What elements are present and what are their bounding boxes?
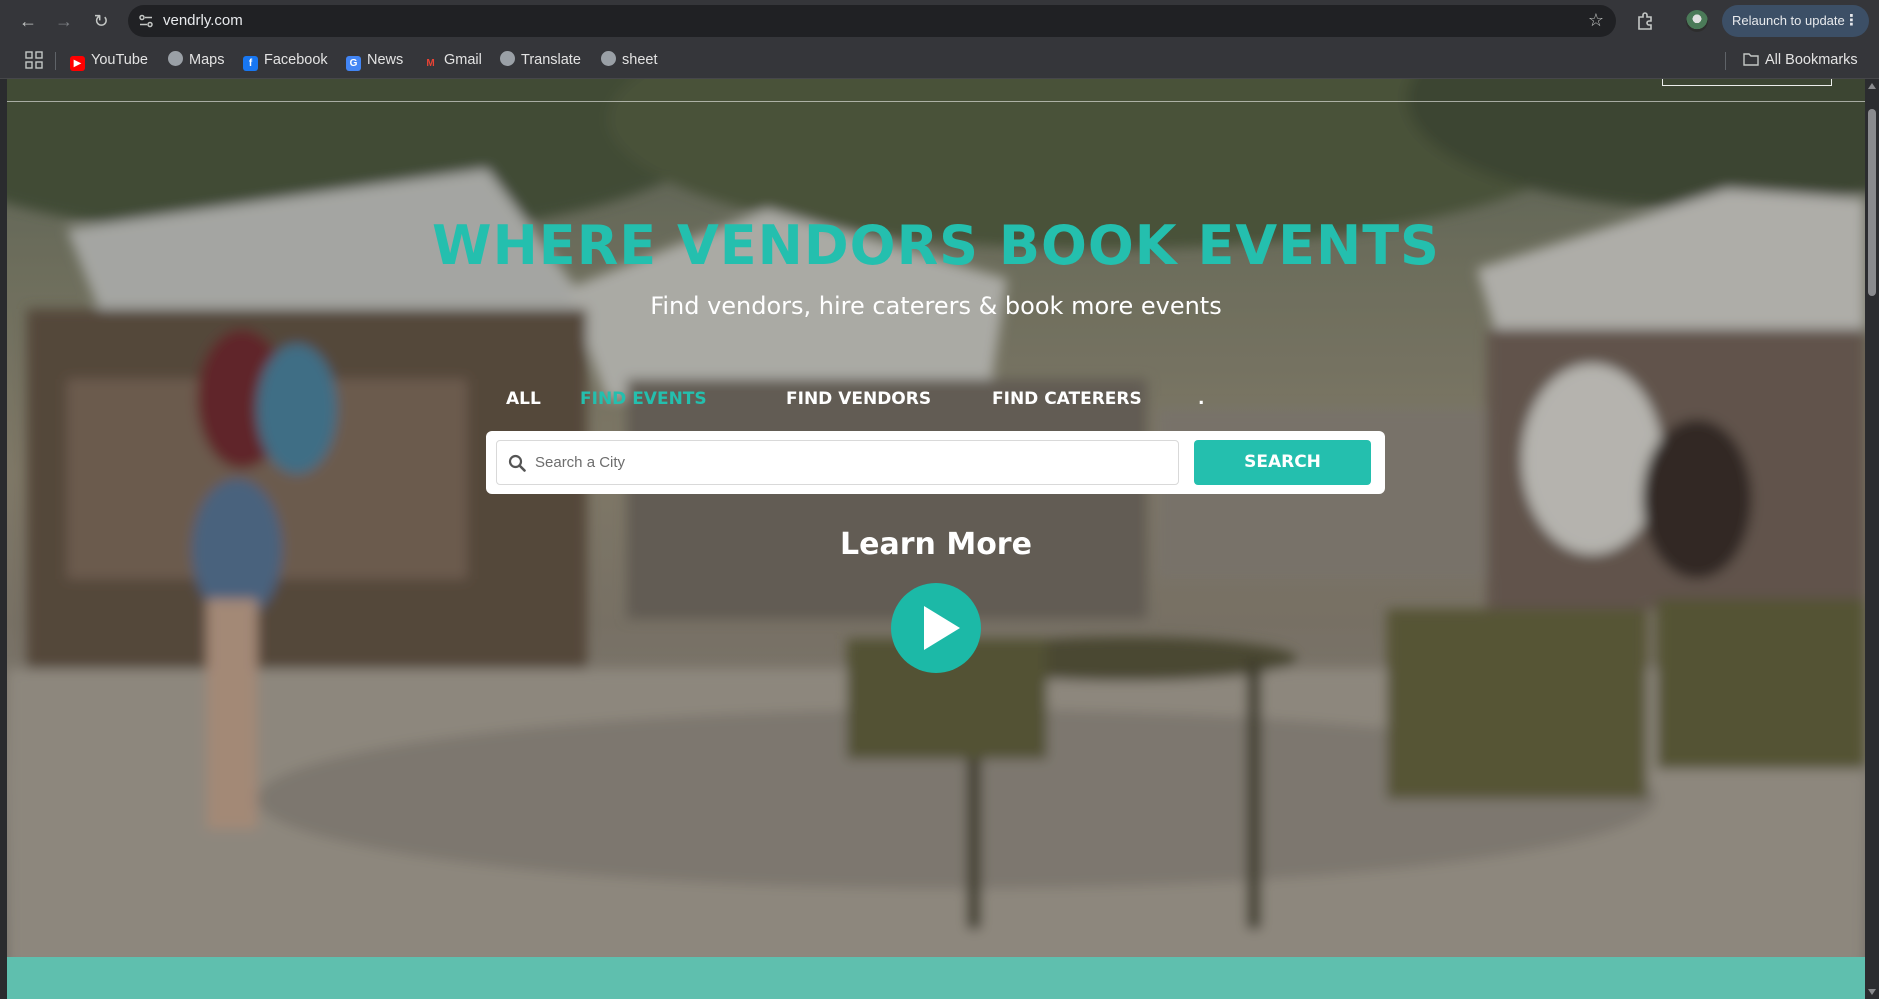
learn-more-heading[interactable]: Learn More	[7, 527, 1865, 562]
facebook-icon: f	[243, 56, 258, 71]
bookmark-label: News	[367, 52, 404, 68]
profile-avatar[interactable]	[1686, 10, 1708, 32]
bookmark-sheet[interactable]: sheet	[601, 49, 657, 71]
bookmark-youtube[interactable]: ▶ YouTube	[70, 49, 148, 71]
site-settings-icon[interactable]	[138, 13, 154, 29]
forward-icon[interactable]: →	[52, 9, 76, 33]
bookmarks-bar: ▶ YouTube Maps f Facebook G News M Gmail Tra…	[0, 42, 1879, 79]
search-icon	[508, 454, 526, 472]
city-search-field[interactable]	[496, 440, 1179, 485]
reload-icon[interactable]: ↻	[89, 9, 113, 33]
tab-find-events[interactable]: FIND EVENTS	[580, 389, 707, 409]
news-icon: G	[346, 56, 361, 71]
page-viewport: WHERE VENDORS BOOK EVENTS Find vendors, …	[7, 79, 1865, 999]
scroll-thumb[interactable]	[1868, 109, 1876, 296]
bookmark-facebook[interactable]: f Facebook	[243, 49, 328, 71]
bookmark-label: Maps	[189, 52, 225, 68]
bookmarks-divider	[1725, 52, 1726, 70]
tab-extra[interactable]: .	[1198, 389, 1204, 409]
hero-overlay	[7, 79, 1865, 957]
globe-icon	[601, 51, 616, 66]
extensions-icon[interactable]	[1634, 9, 1658, 33]
browser-toolbar: ← → ↻ vendrly.com ☆ Relaunch to update ⋮	[0, 0, 1879, 42]
tab-find-vendors[interactable]: FIND VENDORS	[786, 389, 931, 409]
scroll-down-arrow[interactable]	[1868, 989, 1876, 995]
next-section-band	[7, 957, 1865, 999]
header-button[interactable]	[1662, 79, 1832, 86]
globe-icon	[500, 51, 515, 66]
globe-icon	[168, 51, 183, 66]
bookmark-label: Translate	[521, 52, 581, 68]
bookmark-label: sheet	[622, 52, 658, 68]
url-text[interactable]: vendrly.com	[163, 12, 243, 29]
bookmark-news[interactable]: G News	[346, 49, 403, 71]
folder-icon	[1743, 53, 1759, 66]
bookmark-label: YouTube	[91, 52, 148, 68]
header-divider	[7, 101, 1865, 102]
hero-headline: WHERE VENDORS BOOK EVENTS	[432, 214, 1440, 277]
scroll-up-arrow[interactable]	[1868, 83, 1876, 89]
hero-subheadline: Find vendors, hire caterers & book more …	[650, 292, 1222, 320]
bookmark-gmail[interactable]: M Gmail	[423, 49, 482, 71]
all-bookmarks-button[interactable]: All Bookmarks	[1743, 49, 1858, 71]
bookmark-maps[interactable]: Maps	[168, 49, 224, 71]
search-button[interactable]: SEARCH	[1194, 440, 1371, 485]
play-video-button[interactable]	[891, 583, 981, 673]
bookmark-star-icon[interactable]: ☆	[1588, 10, 1604, 31]
tab-find-caterers[interactable]: FIND CATERERS	[992, 389, 1142, 409]
hero-section: WHERE VENDORS BOOK EVENTS Find vendors, …	[7, 79, 1865, 957]
all-bookmarks-label: All Bookmarks	[1765, 52, 1858, 68]
bookmark-translate[interactable]: Translate	[500, 49, 581, 71]
bookmark-label: Facebook	[264, 52, 328, 68]
play-icon	[924, 606, 960, 650]
address-bar[interactable]: vendrly.com ☆	[128, 5, 1616, 37]
city-search-input[interactable]	[535, 441, 1165, 484]
back-icon[interactable]: ←	[16, 9, 40, 33]
relaunch-button[interactable]: Relaunch to update ⋮	[1722, 5, 1869, 37]
more-menu-icon[interactable]: ⋮	[1844, 5, 1859, 37]
bookmarks-divider	[55, 52, 56, 70]
window-edge	[0, 79, 7, 999]
search-panel: SEARCH	[486, 431, 1385, 494]
youtube-icon: ▶	[70, 56, 85, 71]
gmail-icon: M	[426, 58, 435, 69]
bookmark-label: Gmail	[444, 52, 482, 68]
page-scrollbar[interactable]	[1865, 79, 1879, 999]
tab-all[interactable]: ALL	[506, 389, 541, 409]
relaunch-label: Relaunch to update	[1732, 13, 1845, 28]
apps-grid-icon[interactable]	[25, 51, 43, 69]
